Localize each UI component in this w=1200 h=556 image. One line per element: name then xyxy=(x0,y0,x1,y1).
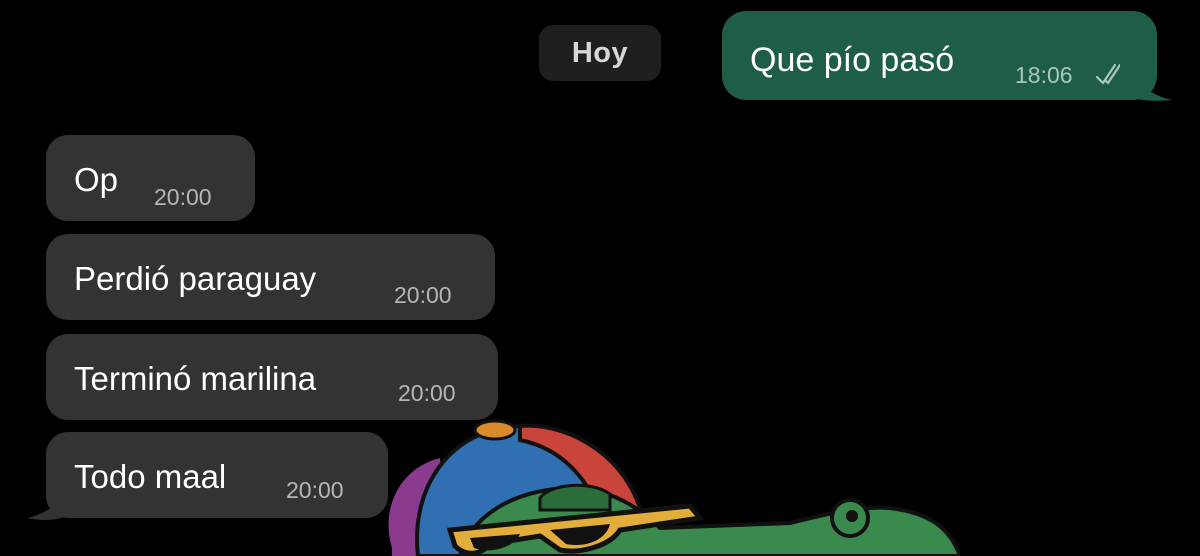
message-text: Perdió paraguay xyxy=(74,260,317,297)
message-text: Que pío pasó xyxy=(750,41,955,79)
message-text: Terminó marilina xyxy=(74,360,317,397)
message-text: Op xyxy=(74,161,119,198)
incoming-message[interactable]: Op 20:00 xyxy=(46,135,255,221)
message-time: 20:00 xyxy=(398,380,456,406)
incoming-bubble-tail xyxy=(27,482,72,520)
message-text: Todo maal xyxy=(74,458,227,495)
message-time: 20:00 xyxy=(154,184,212,210)
message-time: 20:00 xyxy=(394,282,452,308)
outgoing-message[interactable]: Que pío pasó 18:06 xyxy=(722,11,1157,100)
incoming-message[interactable]: Terminó marilina 20:00 xyxy=(46,334,498,420)
date-chip-label: Hoy xyxy=(571,36,629,69)
incoming-message[interactable]: Todo maal 20:00 xyxy=(46,432,388,518)
outgoing-bubble-tail xyxy=(1120,58,1172,101)
date-chip: Hoy xyxy=(539,25,661,81)
message-time: 20:00 xyxy=(286,477,344,503)
incoming-message[interactable]: Perdió paraguay 20:00 xyxy=(46,234,495,320)
chat-conversation: Hoy Que pío pasó 18:06 Op 20:00 Perdió p… xyxy=(0,0,1200,556)
crocodile-sticker-icon[interactable] xyxy=(370,418,960,556)
message-time: 18:06 xyxy=(1015,62,1073,88)
